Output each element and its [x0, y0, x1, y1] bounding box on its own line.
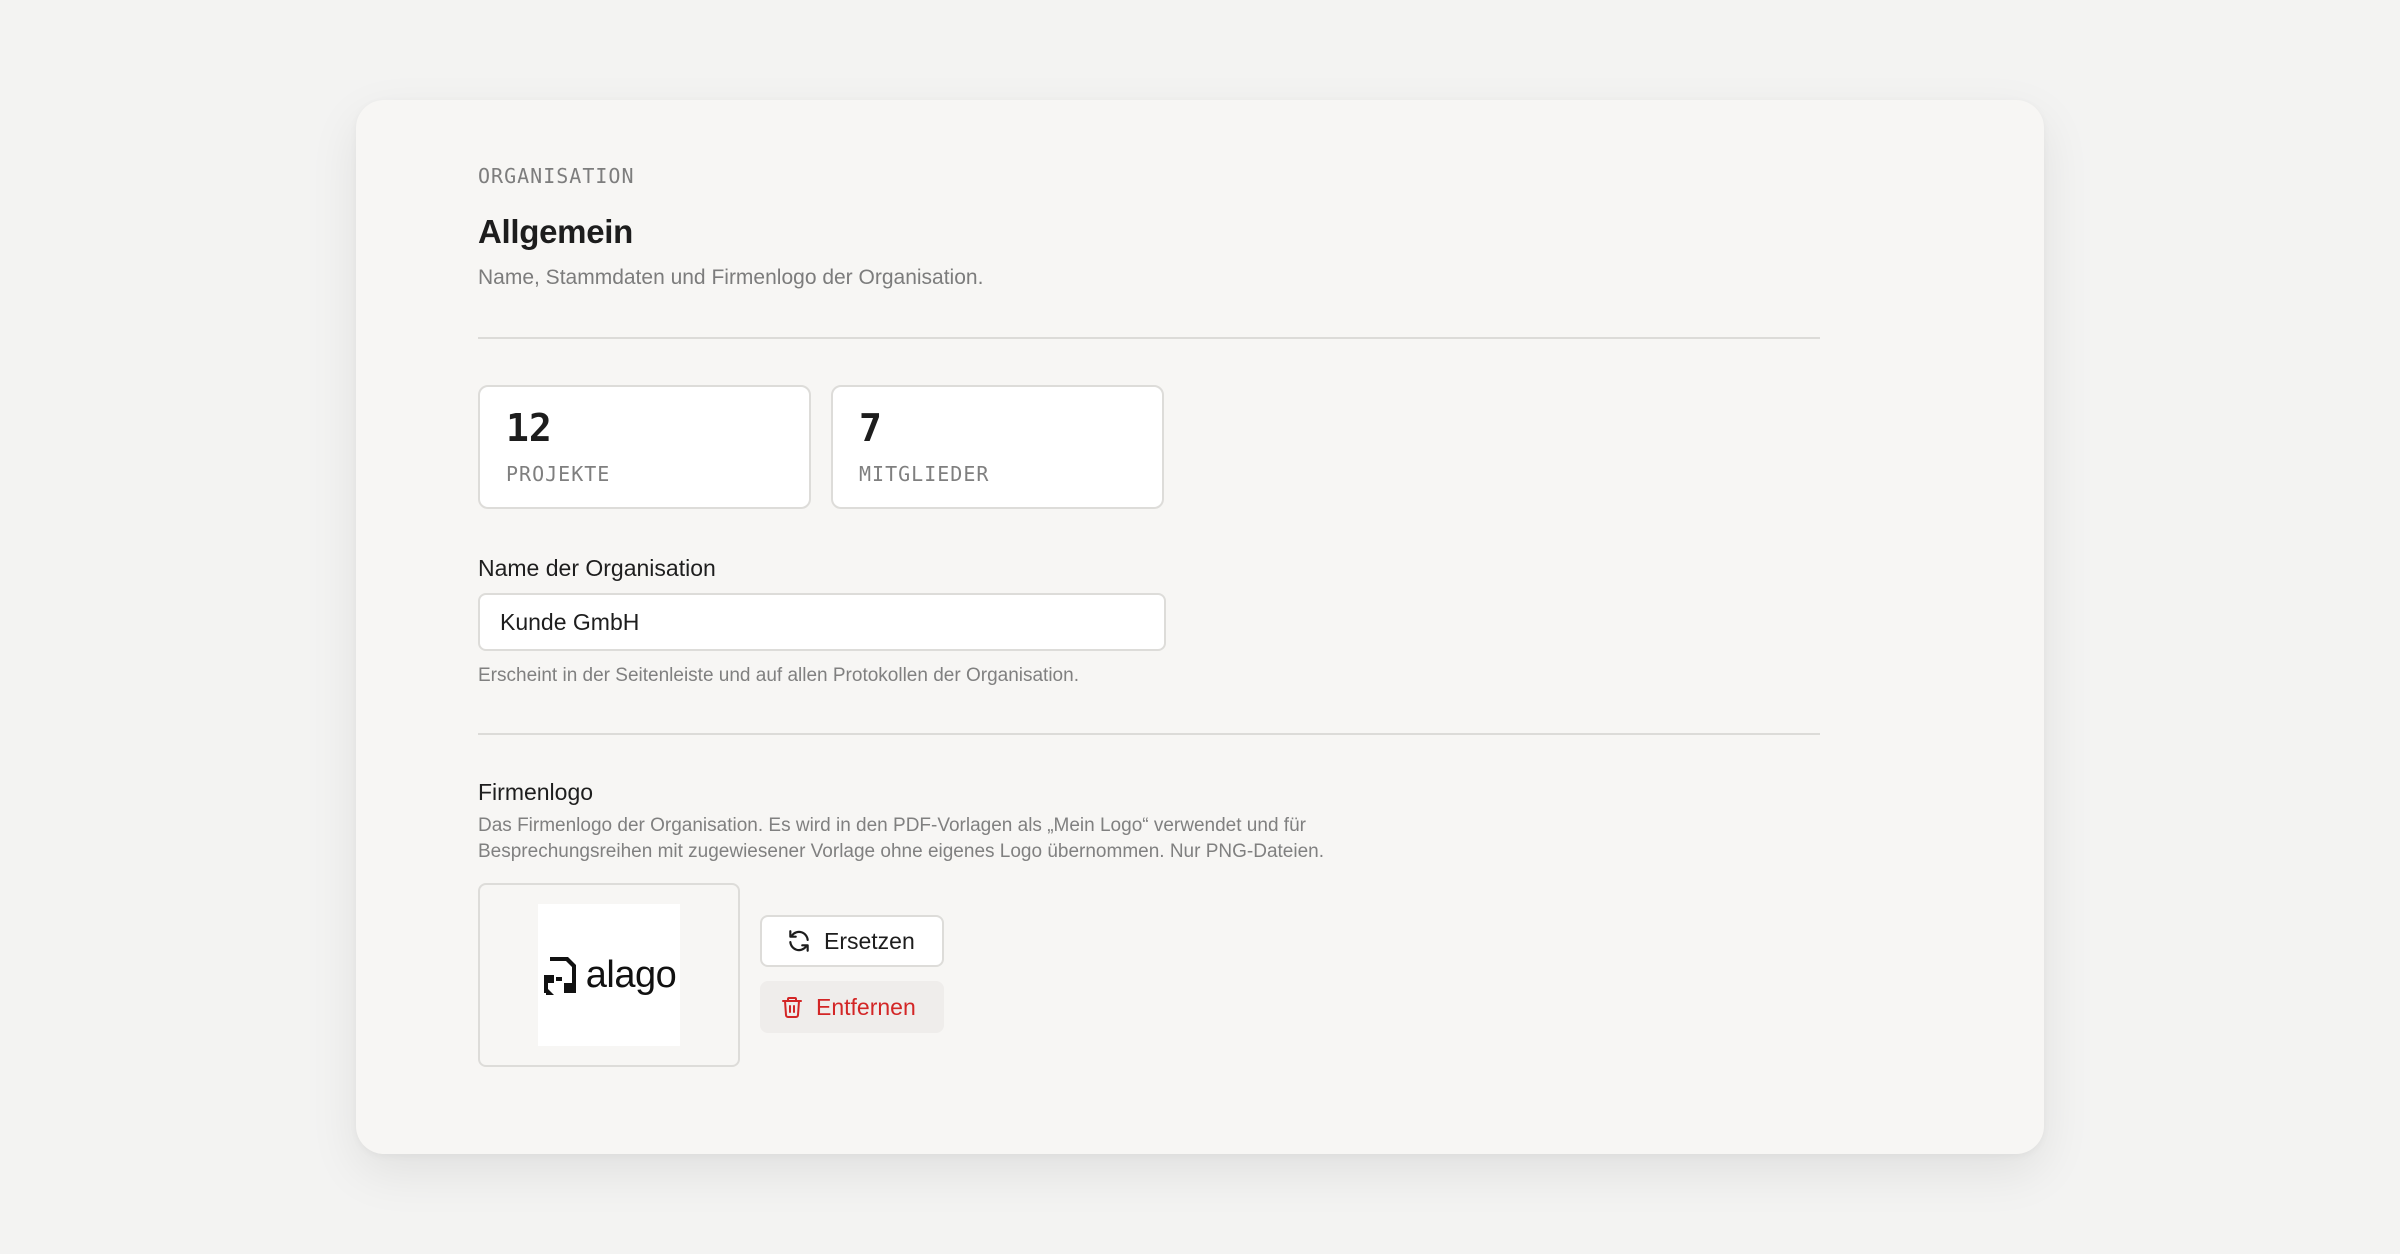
page-title: Allgemein	[478, 213, 634, 250]
settings-card: ORGANISATION Allgemein Name, Stammdaten …	[356, 100, 2044, 1154]
org-name-input[interactable]	[478, 593, 1166, 651]
page-subtitle: Name, Stammdaten und Firmenlogo der Orga…	[478, 266, 984, 289]
stat-label: PROJEKTE	[506, 462, 611, 486]
remove-logo-label: Entfernen	[816, 993, 916, 1020]
divider	[478, 337, 1820, 339]
stat-value: 7	[859, 406, 882, 450]
refresh-icon	[789, 930, 809, 952]
logo-row: alago Ersetzen Entfernen	[478, 883, 1820, 1067]
company-logo-image: alago	[538, 904, 680, 1046]
company-logo-wordmark: alago	[585, 954, 677, 996]
logo-preview-frame: alago	[478, 883, 740, 1067]
stat-label: MITGLIEDER	[859, 462, 990, 486]
section-eyebrow: ORGANISATION	[478, 164, 635, 188]
logo-section-title: Firmenlogo	[478, 779, 594, 805]
divider	[478, 733, 1820, 735]
stat-card-members: 7 MITGLIEDER	[831, 385, 1164, 509]
stats-row: 12 PROJEKTE 7 MITGLIEDER	[478, 385, 1820, 509]
replace-logo-label: Ersetzen	[824, 927, 915, 954]
logo-section-description: Das Firmenlogo der Organisation. Es wird…	[478, 815, 1325, 862]
trash-icon	[782, 997, 802, 1018]
logo-actions: Ersetzen Entfernen	[760, 915, 944, 1033]
org-name-label: Name der Organisation	[478, 555, 716, 581]
remove-logo-button[interactable]: Entfernen	[760, 981, 944, 1033]
company-logo-mark-icon	[543, 957, 576, 995]
general-settings-section: ORGANISATION Allgemein Name, Stammdaten …	[478, 162, 1820, 1067]
stat-card-projects: 12 PROJEKTE	[478, 385, 811, 509]
stat-value: 12	[506, 406, 552, 450]
org-name-hint: Erscheint in der Seitenleiste und auf al…	[478, 665, 1079, 686]
replace-logo-button[interactable]: Ersetzen	[760, 915, 944, 967]
